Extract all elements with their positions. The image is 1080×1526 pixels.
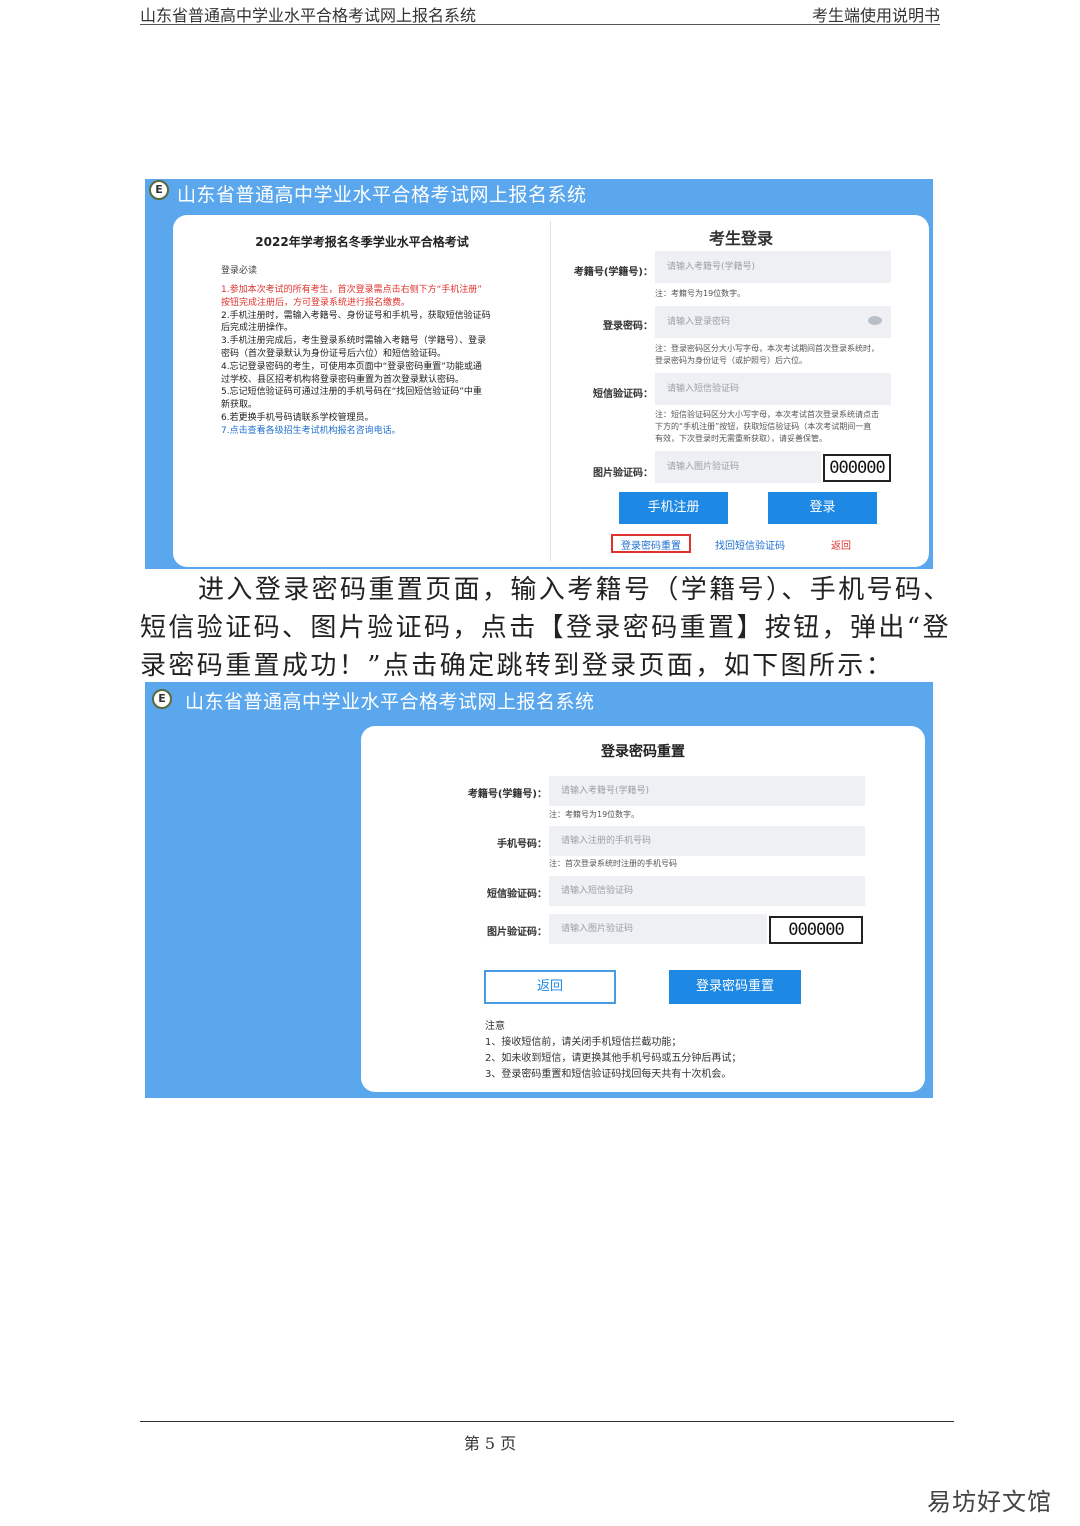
login-card: 2022年学考报名冬季学业水平合格考试 登录必读 1.参加本次考试的所有考生，首… xyxy=(173,215,929,567)
instruction-line-2: 短信验证码、图片验证码，点击【登录密码重置】按钮，弹出“登 xyxy=(140,613,951,643)
notice-line: 2、如未收到短信，请更换其他手机号码或五分钟后再试； xyxy=(485,1053,742,1064)
rule-line: 过学校、县区招考机构将登录密码重置为首次登录默认密码。 xyxy=(221,374,465,385)
captcha-label: 图片验证码： xyxy=(593,468,653,479)
phone-register-button[interactable]: 手机注册 xyxy=(619,492,728,524)
notice-heading: 注意 xyxy=(485,1021,505,1032)
notice-panel: 2022年学考报名冬季学业水平合格考试 登录必读 1.参加本次考试的所有考生，首… xyxy=(173,215,551,567)
reset-password-screenshot: E 山东省普通高中学业水平合格考试网上报名系统 登录密码重置 考籍号(学籍号)：… xyxy=(145,682,933,1098)
captcha-input[interactable]: 请输入图片验证码 xyxy=(549,914,767,944)
system-logo-icon: E xyxy=(149,180,169,200)
captcha-label: 图片验证码： xyxy=(487,927,547,938)
footer-divider xyxy=(140,1421,954,1422)
reset-password-link[interactable]: 登录密码重置 xyxy=(611,537,691,552)
show-password-eye-icon[interactable] xyxy=(868,316,882,325)
system-title: 山东省普通高中学业水平合格考试网上报名系统 xyxy=(185,691,595,713)
notice-heading: 登录必读 xyxy=(221,266,258,276)
panel-divider xyxy=(550,221,551,561)
find-sms-code-link[interactable]: 找回短信验证码 xyxy=(715,537,785,552)
page-number: 第 5 页 xyxy=(463,1434,517,1453)
captcha-image[interactable]: 000000 xyxy=(823,454,891,482)
sms-note-line: 下方的“手机注册”按钮，获取短信验证码（本次考试期间一直 xyxy=(655,422,872,431)
reset-password-button[interactable]: 登录密码重置 xyxy=(669,970,801,1004)
reset-form-title: 登录密码重置 xyxy=(601,744,685,760)
captcha-image[interactable]: 000000 xyxy=(769,916,863,944)
password-label: 登录密码： xyxy=(603,321,653,332)
rule-line-last: 7.点击查看各级招生考试机构报名咨询电话。 xyxy=(221,425,491,438)
login-title: 考生登录 xyxy=(708,229,773,248)
instruction-line-1: 进入登录密码重置页面，输入考籍号（学籍号）、手机号码、 xyxy=(198,575,952,605)
phone-input[interactable]: 请输入注册的手机号码 xyxy=(549,826,865,856)
rule-line: 5.忘记短信验证码可通过注册的手机号码在“找回短信验证码”中重 xyxy=(221,387,482,398)
captcha-input[interactable]: 请输入图片验证码 xyxy=(655,451,821,483)
rule-line: 新获取。 xyxy=(221,400,258,411)
exam-no-note: 注：考籍号为19位数字。 xyxy=(655,289,746,298)
notice-rules: 1.参加本次考试的所有考生，首次登录需点击右侧下方“手机注册” 按钮完成注册后，… xyxy=(221,284,491,438)
password-note: 注：登录密码区分大小写字母，本次考试期间首次登录系统时， 登录密码为身份证号（或… xyxy=(655,343,879,367)
notice-block: 注意 1、接收短信前，请关闭手机短信拦截功能； 2、如未收到短信，请更换其他手机… xyxy=(485,1019,741,1083)
rule-line: 6.若更换手机号码请联系学校管理员。 xyxy=(221,412,374,423)
exam-no-input[interactable]: 请输入考籍号(学籍号) xyxy=(549,776,865,806)
rule-line: 3.手机注册完成后，考生登录系统时需输入考籍号（学籍号）、登录 xyxy=(221,336,487,347)
notice-line: 3、登录密码重置和短信验证码找回每天共有十次机会。 xyxy=(485,1069,732,1080)
password-note-line: 注：登录密码区分大小写字母，本次考试期间首次登录系统时， xyxy=(655,344,879,353)
rule-last-suffix: 。 xyxy=(391,425,401,436)
sms-note-line: 注：短信验证码区分大小写字母，本次考试首次登录系统请点击 xyxy=(655,410,879,419)
phone-note: 注：首次登录系统时注册的手机号码 xyxy=(549,859,677,868)
rule-line: 后完成注册操作。 xyxy=(221,323,294,334)
sms-note-line: 有效，下次登录时无需重新获取），请妥善保管。 xyxy=(655,434,827,443)
rule-last-prefix: 7. xyxy=(221,425,230,436)
system-logo-icon: E xyxy=(152,689,172,709)
rule-line: 2.手机注册时，需输入考籍号、身份证号和手机号，获取短信验证码 xyxy=(221,310,491,321)
login-page-screenshot: E 山东省普通高中学业水平合格考试网上报名系统 2022年学考报名冬季学业水平合… xyxy=(145,179,933,569)
back-link[interactable]: 返回 xyxy=(831,537,851,552)
back-button[interactable]: 返回 xyxy=(484,970,616,1004)
instruction-line-3: 录密码重置成功！”点击确定跳转到登录页面，如下图所示： xyxy=(140,651,895,681)
login-button[interactable]: 登录 xyxy=(768,492,877,524)
document-header-subtitle: 考生端使用说明书 xyxy=(811,6,940,25)
header-divider xyxy=(140,24,940,25)
rule-line: 密码（首次登录默认为身份证号后六位）和短信验证码。 xyxy=(221,348,447,359)
sms-code-label: 短信验证码： xyxy=(487,889,547,900)
system-title: 山东省普通高中学业水平合格考试网上报名系统 xyxy=(177,184,587,206)
notice-line: 1、接收短信前，请关闭手机短信拦截功能； xyxy=(485,1037,682,1048)
reset-card: 登录密码重置 考籍号(学籍号)： 请输入考籍号(学籍号) 注：考籍号为19位数字… xyxy=(361,726,925,1092)
document-header-title: 山东省普通高中学业水平合格考试网上报名系统 xyxy=(140,6,477,25)
sms-code-input[interactable]: 请输入短信验证码 xyxy=(655,373,891,405)
exam-no-note: 注：考籍号为19位数字。 xyxy=(549,810,640,819)
sms-code-input[interactable]: 请输入短信验证码 xyxy=(549,876,865,906)
consult-phone-link[interactable]: 点击查看各级招生考试机构报名咨询电话 xyxy=(230,426,392,436)
rule-line: 按钮完成注册后，方可登录系统进行报名缴费。 xyxy=(221,297,411,308)
sms-code-label: 短信验证码： xyxy=(593,389,653,400)
exam-no-label: 考籍号(学籍号)： xyxy=(467,789,547,800)
exam-title: 2022年学考报名冬季学业水平合格考试 xyxy=(255,235,469,249)
phone-label: 手机号码： xyxy=(497,839,547,850)
watermark-text: 易坊好文馆 xyxy=(927,1488,1052,1516)
sms-code-note: 注：短信验证码区分大小写字母，本次考试首次登录系统请点击 下方的“手机注册”按钮… xyxy=(655,409,879,445)
password-note-line: 登录密码为身份证号（或护照号）后六位。 xyxy=(655,356,807,365)
login-panel: 考生登录 考籍号(学籍号)： 请输入考籍号(学籍号) 注：考籍号为19位数字。 … xyxy=(553,215,929,567)
password-input[interactable]: 请输入登录密码 xyxy=(655,306,891,338)
rule-line: 4.忘记登录密码的考生，可使用本页面中“登录密码重置”功能或通 xyxy=(221,361,482,372)
rule-line: 1.参加本次考试的所有考生，首次登录需点击右侧下方“手机注册” xyxy=(221,285,482,295)
exam-no-label: 考籍号(学籍号)： xyxy=(573,267,653,278)
exam-no-input[interactable]: 请输入考籍号(学籍号) xyxy=(655,251,891,283)
